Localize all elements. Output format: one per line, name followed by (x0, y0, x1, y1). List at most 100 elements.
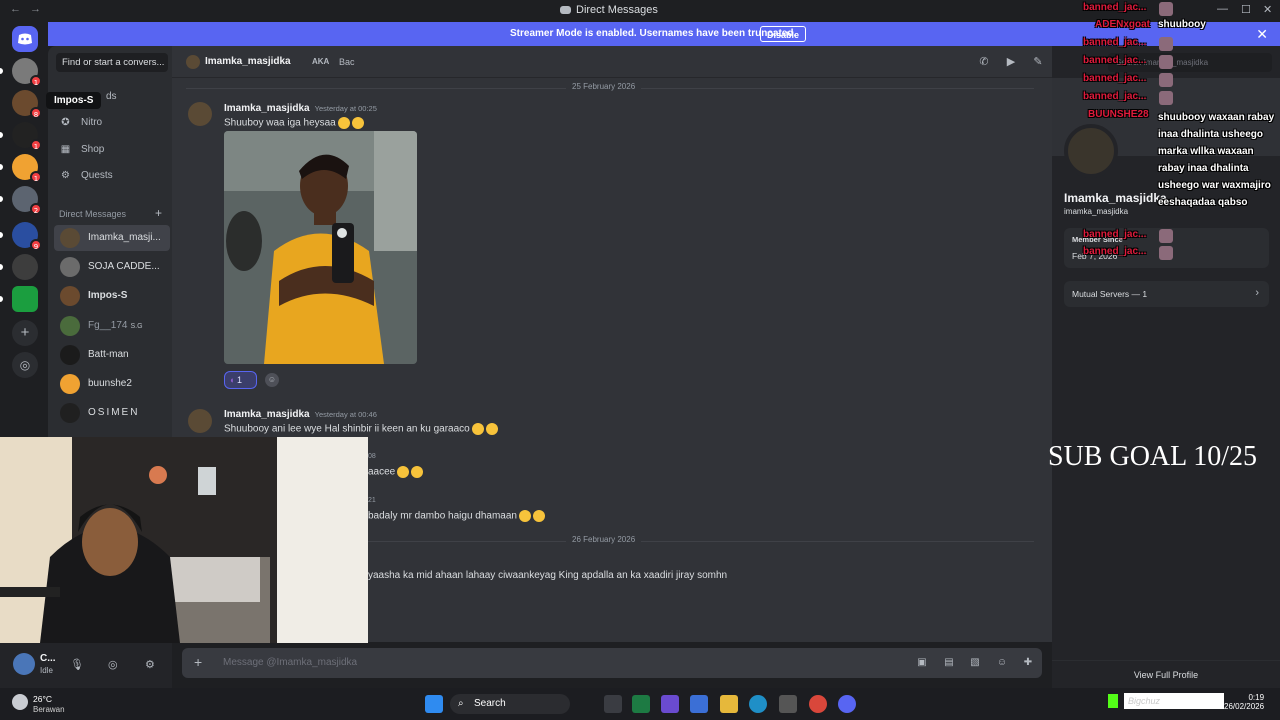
microphone-icon[interactable]: 🎙︎ (70, 658, 84, 671)
dm-item[interactable]: OSIMEN (54, 400, 170, 426)
kick-icon[interactable] (1108, 694, 1118, 708)
nav-nitro[interactable]: ✪ Nitro (60, 117, 102, 133)
laughing-emoji-icon (351, 117, 364, 129)
voice-call-icon[interactable]: ✆ (977, 55, 991, 69)
nav-shop[interactable]: ▦ Shop (60, 144, 105, 160)
dm-item[interactable]: buunshe2 (54, 371, 170, 397)
joy-emoji-icon (532, 510, 545, 522)
grimace-emoji-icon (337, 117, 350, 129)
discord-taskbar-icon[interactable] (838, 695, 856, 713)
create-dm-button[interactable]: + (155, 206, 162, 220)
nav-friends[interactable]: ds (106, 91, 117, 107)
gif-icon[interactable]: ▤ (943, 657, 955, 669)
server-icon-4[interactable]: 1 (12, 154, 42, 183)
emote-icon (1159, 37, 1173, 51)
emote-icon (1159, 73, 1173, 87)
user-status: Idle (40, 666, 53, 675)
avatar (60, 286, 80, 306)
back-arrow-icon[interactable]: ← (10, 3, 21, 15)
aka-value[interactable]: Bac (339, 57, 355, 67)
view-full-profile-link[interactable]: View Full Profile (1052, 660, 1280, 688)
server-icon-kick[interactable] (12, 286, 38, 312)
server-icon-3[interactable]: 1 (12, 122, 42, 151)
add-server-icon[interactable]: + (12, 320, 38, 346)
message-text: aacee (368, 466, 424, 478)
message-image[interactable] (224, 131, 417, 364)
discover-compass-icon[interactable]: ◎ (12, 352, 38, 378)
cloud-icon (12, 694, 28, 710)
file-explorer-icon[interactable] (720, 695, 738, 713)
sub-goal-overlay: SUB GOAL 10/25 (1048, 441, 1257, 472)
avatar[interactable] (188, 102, 212, 126)
server-icon-7[interactable] (12, 254, 38, 280)
edge-icon[interactable] (749, 695, 767, 713)
dm-item[interactable]: Impos-S (54, 283, 170, 309)
server-badge: 9 (30, 239, 42, 251)
nav-quests[interactable]: ⚙ Quests (60, 170, 113, 186)
dm-header: Direct Messages (59, 209, 127, 219)
server-icon-5[interactable]: 2 (12, 186, 42, 215)
app-icon[interactable] (779, 695, 797, 713)
server-icon-6[interactable]: 9 (12, 222, 42, 251)
avatar[interactable] (188, 409, 212, 433)
sticker-icon[interactable]: ▧ (969, 657, 981, 669)
shop-icon: ▦ (60, 144, 71, 155)
overlay-chat-user: banned_jac... (1083, 2, 1147, 13)
emote-icon (1159, 2, 1173, 16)
maximize-icon[interactable]: ☐ (1241, 3, 1251, 16)
tray-text-field: Bigchuz (1124, 693, 1224, 709)
apps-icon[interactable]: ✚ (1022, 657, 1034, 669)
profile-avatar[interactable] (1064, 124, 1118, 178)
overlay-chat-text: shuubooy (1158, 19, 1206, 30)
excel-icon[interactable] (632, 695, 650, 713)
video-call-icon[interactable]: ▶ (1004, 55, 1018, 69)
store-icon[interactable] (690, 695, 708, 713)
avatar[interactable] (13, 653, 35, 675)
server-icon-2[interactable]: 8 (12, 90, 42, 119)
forward-arrow-icon[interactable]: → (30, 3, 41, 15)
gear-icon[interactable]: ⚙ (145, 658, 155, 671)
message-author[interactable]: Imamka_masjidka Yesterday at 00:46 (224, 409, 377, 420)
reaction-pill[interactable]: ◖ 1 (224, 371, 257, 389)
taskbar-clock[interactable]: 0:19 26/02/2026 (1224, 693, 1264, 711)
attach-plus-icon[interactable]: + (194, 654, 202, 670)
dm-item[interactable]: Imamka_masji... (54, 225, 170, 251)
laughing-emoji-icon (471, 423, 484, 435)
message-composer[interactable]: + Message @Imamka_masjidka ▣ ▤ ▧ ☺ ✚ (182, 648, 1042, 678)
task-view-icon[interactable] (604, 695, 622, 713)
taskbar-search[interactable]: ⌕ Search (450, 694, 570, 714)
server-icon-1[interactable]: 1 (12, 58, 42, 87)
emote-icon (1159, 229, 1173, 243)
close-window-icon[interactable]: ✕ (1263, 3, 1272, 16)
home-discord-button[interactable] (12, 26, 38, 52)
gift-icon[interactable]: ▣ (916, 657, 928, 669)
webcam-illustration (0, 437, 368, 643)
pin-icon[interactable]: ✎ (1031, 55, 1045, 69)
headphones-icon[interactable]: ◎ (108, 658, 118, 671)
server-badge: 8 (30, 107, 42, 119)
aka-label: AKA (312, 57, 330, 66)
emoji-icon[interactable]: ☺ (996, 657, 1008, 669)
m365-icon[interactable] (661, 695, 679, 713)
joy-emoji-icon (397, 466, 410, 478)
dm-item[interactable]: SOJA CADDE... (54, 254, 170, 280)
find-conversation-input[interactable]: Find or start a convers... (56, 53, 168, 72)
overlay-chat-user: banned_jac... (1083, 73, 1147, 84)
disable-streamer-button[interactable]: Disable (760, 26, 807, 42)
chrome-icon[interactable] (809, 695, 827, 713)
window-title: Direct Messages (560, 4, 658, 16)
add-reaction-icon[interactable]: ☺ (265, 373, 279, 387)
message-input[interactable]: Message @Imamka_masjidka (223, 657, 357, 668)
mutual-servers-row[interactable]: Mutual Servers — 1 › (1064, 281, 1269, 307)
message-text: Shuuboy waa iga heysaa (224, 117, 364, 129)
avatar (60, 316, 80, 336)
dm-item[interactable]: Batt-man (54, 342, 170, 368)
message-author[interactable]: Imamka_masjidka Yesterday at 00:25 (224, 103, 377, 114)
start-windows-icon[interactable] (425, 695, 443, 713)
dm-item[interactable]: Fg__174 S.G (54, 313, 170, 339)
clan-tag: S.G (130, 323, 143, 330)
close-banner-icon[interactable]: ✕ (1256, 22, 1268, 46)
webcam-overlay (0, 437, 368, 643)
minimize-icon[interactable]: — (1217, 3, 1228, 15)
profile-username: imamka_masjidka (1064, 207, 1129, 216)
